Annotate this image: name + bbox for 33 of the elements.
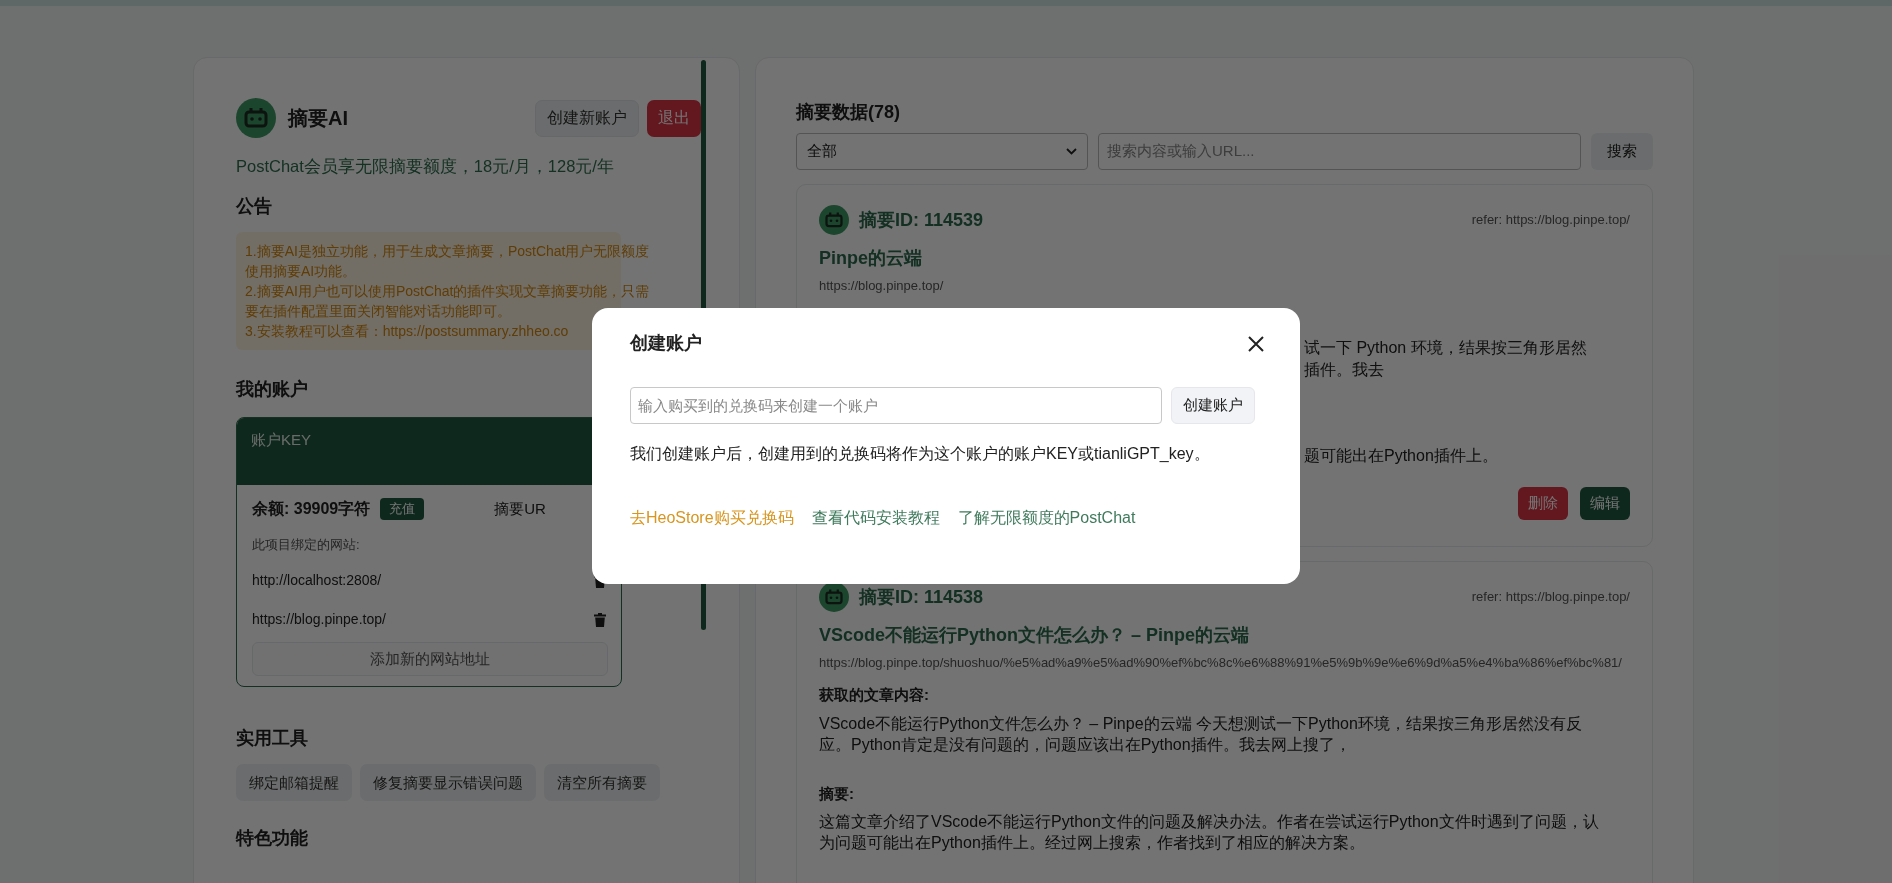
dialog-title: 创建账户 — [630, 332, 702, 355]
summary-id: 摘要ID: 114539 — [859, 208, 984, 232]
sites-label: 此项目绑定的网站: — [252, 535, 361, 554]
notice-item: 2.摘要AI用户也可以使用PostChat的插件实现文章摘要功能，只需 要在插件配置里面关闭智能对话功能即可。 — [245, 281, 650, 321]
summary-data-heading: 摘要数据(78) — [796, 101, 901, 124]
content-fragment: 插件。我去 — [1304, 360, 1385, 380]
balance-text: 余额: 39909字符 — [252, 498, 371, 519]
site-url: https://blog.pinpe.top/ — [252, 610, 386, 630]
dialog-note: 我们创建账户后，创建用到的兑换码将作为这个账户的账户KEY或tianliGPT_key。 — [630, 444, 1211, 464]
tools-heading: 实用工具 — [236, 727, 309, 751]
notice-item: 1.摘要AI是独立功能，用于生成文章摘要，PostChat用户无限额度 使用摘要AI功能。 — [245, 241, 650, 281]
notice-item: 3.安装教程可以查看：https://postsummary.zhheo.co — [245, 321, 569, 341]
summary-label: 摘要: — [819, 783, 855, 804]
promo-text: PostChat会员享无限摘要额度，18元/月，128元/年 — [236, 156, 615, 177]
summary-fragment: 题可能出在Python插件上。 — [1304, 446, 1499, 466]
account-heading: 我的账户 — [236, 377, 308, 401]
summary-url-label: 摘要UR — [494, 498, 546, 519]
notice-heading: 公告 — [236, 194, 273, 218]
app-title: 摘要AI — [288, 106, 348, 131]
refer-text: refer: https://blog.pinpe.top/ — [1471, 588, 1630, 607]
article-title: VScode不能运行Python文件怎么办？ – Pinpe的云端 — [819, 624, 1251, 647]
features-heading: 特色功能 — [236, 827, 309, 851]
article-title: Pinpe的云端 — [819, 247, 923, 270]
summary-text: 这篇文章介绍了VScode不能运行Python文件的问题及解决办法。作者在尝试运行Python文件时遇到了问题，认为问题可能出在Python插件上。经过网上搜索，作者找到了相应的解决方案。 — [819, 812, 1599, 853]
article-url: https://blog.pinpe.top/shuoshuo/%e5%ad%a9%e5%ad%90%ef%bc%8c%e6%88%91%e5%9b%9e%e6%9d%a5%e4%ba%86%ef%bc%81/ — [819, 655, 1623, 670]
content-label: 获取的文章内容: — [819, 685, 930, 705]
refer-text: refer: https://blog.pinpe.top/ — [1471, 211, 1630, 230]
content-text: VScode不能运行Python文件怎么办？ – Pinpe的云端 今天想测试一下Python环境，结果按三角形居然没有反应。Python肯定是没有问题的，问题应该出在Python插件。我去网上搜了， — [819, 713, 1583, 755]
summary-id: 摘要ID: 114538 — [859, 585, 984, 609]
article-url: https://blog.pinpe.top/ — [819, 278, 945, 293]
content-fragment: 试一下 Python 环境，结果按三角形居然 — [1304, 338, 1588, 358]
site-url: http://localhost:2808/ — [252, 571, 382, 591]
account-key-label: 账户KEY — [251, 430, 311, 448]
